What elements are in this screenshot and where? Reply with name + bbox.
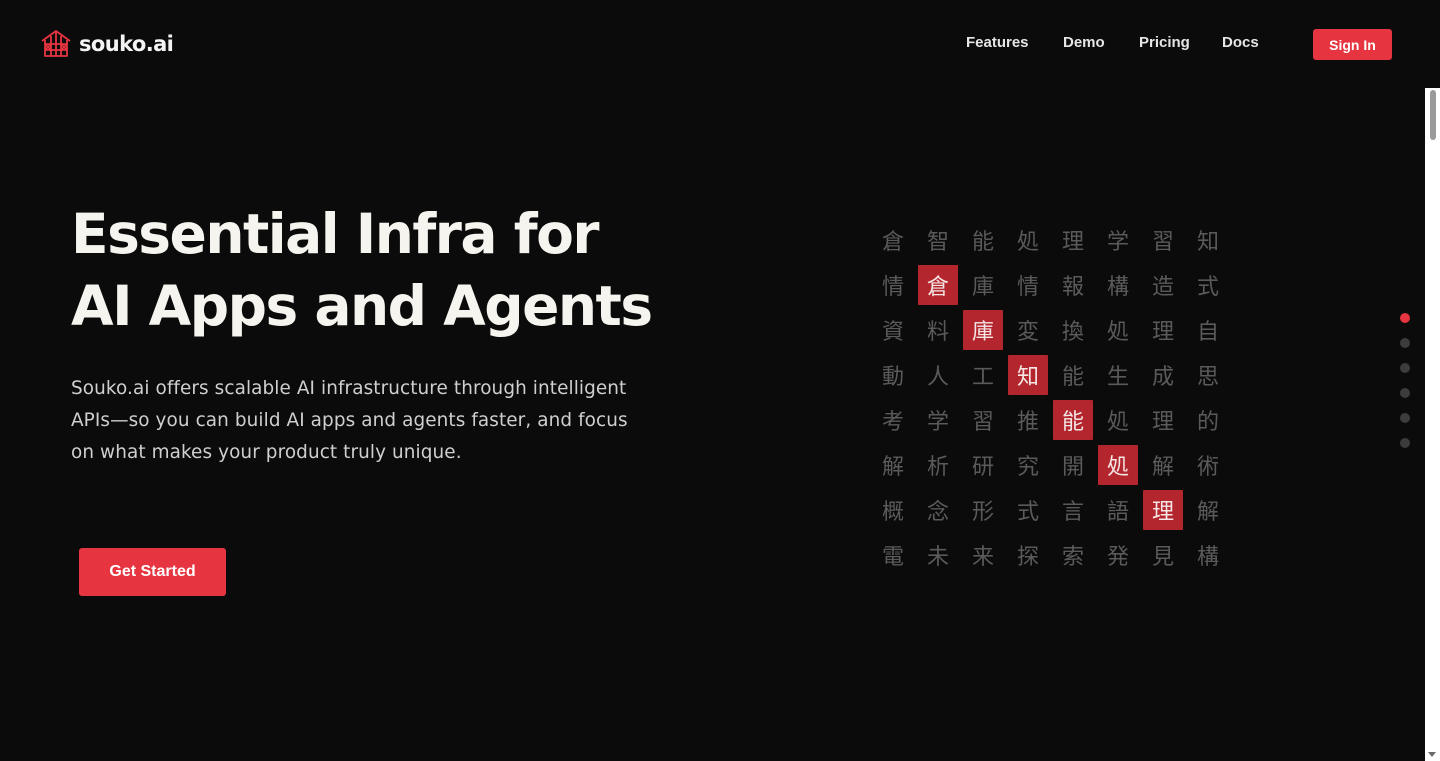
kanji-cell: 造 [1151,275,1174,300]
kanji-cell: 自 [1196,320,1219,345]
hero-title: Essential Infra for AI Apps and Agents [71,198,711,342]
kanji-cell: 電 [881,545,904,570]
kanji-cell: 未 [926,545,949,570]
kanji-cell: 習 [971,410,994,435]
kanji-cell: 究 [1016,455,1039,480]
kanji-cell: 処 [1016,230,1039,255]
kanji-cell: 処 [1106,320,1129,345]
kanji-grid: 倉智能処理学習知情倉庫情報構造式資料庫変換処理自動人工知能生成思考学習推能処理的… [873,220,1233,580]
kanji-cell: 知 [1196,230,1219,255]
kanji-cell: 術 [1196,455,1219,480]
kanji-cell: 学 [926,410,949,435]
kanji-cell: 報 [1061,275,1084,300]
kanji-cell: 解 [881,455,904,480]
kanji-cell: 解 [1196,500,1219,525]
section-dot-5[interactable] [1400,413,1410,423]
scrollbar-thumb[interactable] [1430,90,1436,140]
kanji-cell: 推 [1016,410,1039,435]
kanji-cell: 理 [1061,230,1084,255]
kanji-cell: 動 [881,365,904,390]
get-started-button[interactable]: Get Started [79,548,226,596]
kanji-cell: 能 [1061,365,1084,390]
kanji-cell: 式 [1196,275,1219,300]
kanji-cell-highlighted: 処 [1098,445,1138,485]
kanji-cell: 索 [1061,545,1084,570]
kanji-cell: 資 [881,320,904,345]
kanji-cell: 倉 [881,230,904,255]
kanji-cell: 来 [971,545,994,570]
kanji-cell: 習 [1151,230,1174,255]
kanji-cell-highlighted: 知 [1008,355,1048,395]
kanji-cell: 考 [881,410,904,435]
nav-pricing[interactable]: Pricing [1139,34,1190,51]
section-dot-4[interactable] [1400,388,1410,398]
nav-docs[interactable]: Docs [1222,34,1259,51]
section-dots [1400,313,1410,463]
kanji-cell: 発 [1106,545,1129,570]
kanji-cell: 形 [971,500,994,525]
kanji-cell: 構 [1196,545,1219,570]
hero-title-line-1: Essential Infra for [71,202,600,266]
kanji-cell: 研 [971,455,994,480]
kanji-cell: 庫 [971,275,994,300]
kanji-cell: 処 [1106,410,1129,435]
kanji-cell: 工 [971,365,994,390]
hero-description: Souko.ai offers scalable AI infrastructu… [71,378,628,463]
section-dot-1[interactable] [1400,313,1410,323]
scrollbar[interactable] [1425,88,1440,761]
kanji-cell: 変 [1016,320,1039,345]
section-dot-3[interactable] [1400,363,1410,373]
nav-features[interactable]: Features [966,34,1029,51]
kanji-cell: 探 [1016,545,1039,570]
kanji-cell: 析 [926,455,949,480]
kanji-cell: 人 [926,365,949,390]
kanji-cell: 語 [1106,500,1129,525]
kanji-cell: 概 [881,500,904,525]
logo-link[interactable]: souko.ai [40,28,174,60]
kanji-cell: 念 [926,500,949,525]
brand-name: souko.ai [79,32,174,56]
kanji-cell: 解 [1151,455,1174,480]
section-dot-2[interactable] [1400,338,1410,348]
kanji-cell: 情 [881,275,904,300]
kanji-cell: 言 [1061,500,1084,525]
kanji-cell-highlighted: 理 [1143,490,1183,530]
kanji-cell: 理 [1151,320,1174,345]
kanji-cell: 情 [1016,275,1039,300]
kanji-cell: 構 [1106,275,1129,300]
warehouse-icon [41,30,71,57]
kanji-cell: 理 [1151,410,1174,435]
kanji-cell: 智 [926,230,949,255]
nav-demo[interactable]: Demo [1063,34,1105,51]
kanji-cell: 思 [1196,365,1219,390]
sign-in-button[interactable]: Sign In [1313,29,1392,60]
kanji-cell: 換 [1061,320,1084,345]
kanji-cell-highlighted: 倉 [918,265,958,305]
kanji-cell: 学 [1106,230,1129,255]
scroll-down-arrow-icon[interactable] [1428,752,1436,757]
kanji-cell-highlighted: 庫 [963,310,1003,350]
kanji-cell: 式 [1016,500,1039,525]
hero-title-line-2: AI Apps and Agents [71,274,653,338]
site-header: souko.ai Features Demo Pricing Docs Sign… [0,0,1425,88]
kanji-cell: 成 [1151,365,1174,390]
kanji-cell: 料 [926,320,949,345]
kanji-cell: 能 [971,230,994,255]
kanji-cell-highlighted: 能 [1053,400,1093,440]
kanji-cell: 見 [1151,545,1174,570]
section-dot-6[interactable] [1400,438,1410,448]
kanji-cell: 的 [1196,410,1219,435]
kanji-cell: 開 [1061,455,1084,480]
kanji-cell: 生 [1106,365,1129,390]
